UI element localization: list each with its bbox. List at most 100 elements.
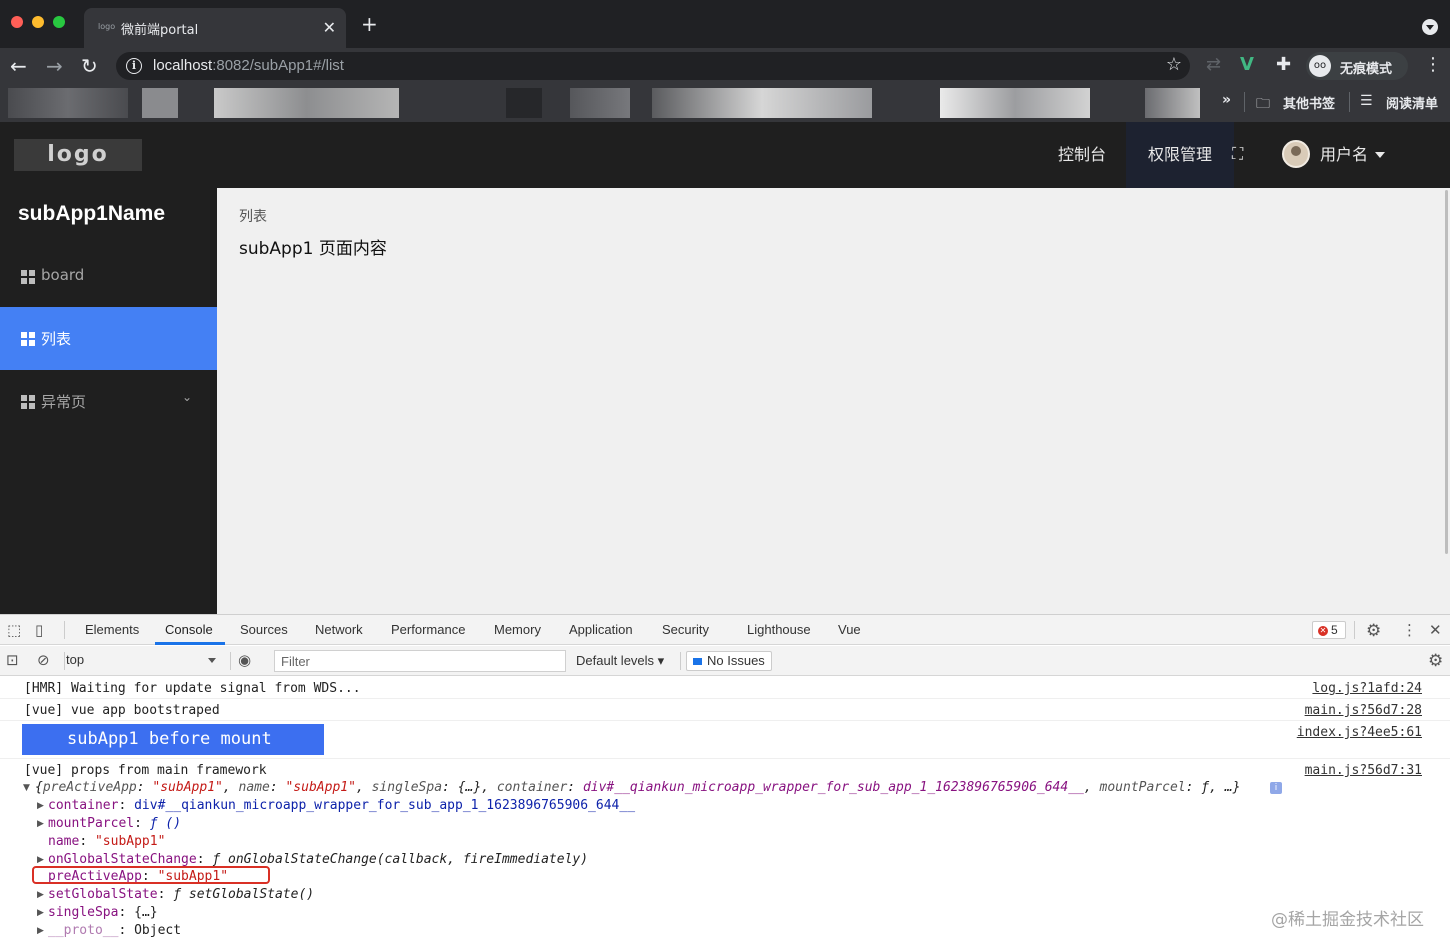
page-content-text: subApp1 页面内容 bbox=[239, 239, 387, 259]
fullscreen-icon[interactable]: ⛶ bbox=[1232, 144, 1243, 164]
info-icon[interactable]: i bbox=[1270, 782, 1282, 794]
inspect-element-icon[interactable]: ⬚ bbox=[7, 621, 21, 639]
tab-security[interactable]: Security bbox=[662, 622, 709, 637]
forward-arrow-icon[interactable]: → bbox=[46, 54, 63, 78]
tab-console[interactable]: Console bbox=[165, 622, 213, 637]
blurred-bookmark[interactable] bbox=[1145, 88, 1200, 118]
browser-menu-icon[interactable]: ⋮ bbox=[1424, 54, 1442, 75]
blurred-bookmark[interactable] bbox=[214, 88, 399, 118]
tab-application[interactable]: Application bbox=[569, 622, 633, 637]
console-source-link[interactable]: main.js?56d7:31 bbox=[1305, 763, 1422, 778]
object-property[interactable]: singleSpa: {…} bbox=[48, 905, 158, 920]
blurred-bookmark[interactable] bbox=[8, 88, 128, 118]
tab-memory[interactable]: Memory bbox=[494, 622, 541, 637]
blurred-bookmark[interactable] bbox=[570, 88, 630, 118]
object-summary[interactable]: {preActiveApp: "subApp1", name: "subApp1… bbox=[35, 780, 1240, 795]
nav-console[interactable]: 控制台 bbox=[1036, 122, 1128, 188]
toolbar-divider bbox=[680, 652, 681, 670]
error-count-badge[interactable]: ✕ 5 bbox=[1312, 621, 1346, 639]
console-message-text: [vue] vue app bootstraped bbox=[24, 703, 220, 718]
toolbar-divider bbox=[230, 652, 231, 670]
blurred-bookmark[interactable] bbox=[506, 88, 542, 118]
console-message: subApp1 before mount index.js?4ee5:61 bbox=[0, 721, 1450, 759]
expand-triangle-icon[interactable]: ▶ bbox=[37, 908, 44, 918]
console-message-text: [vue] props from main framework bbox=[24, 763, 267, 778]
device-toolbar-icon[interactable]: ▯ bbox=[35, 621, 43, 639]
object-property[interactable]: mountParcel: ƒ () bbox=[48, 816, 181, 831]
incognito-icon: oo bbox=[1309, 55, 1331, 77]
annotation-highlight-box bbox=[32, 866, 270, 884]
minimize-window-button[interactable] bbox=[32, 16, 44, 28]
toolbar-divider bbox=[64, 652, 65, 670]
close-devtools-icon[interactable]: ✕ bbox=[1429, 621, 1442, 639]
log-levels-dropdown[interactable]: Default levels ▾ bbox=[576, 653, 664, 669]
appstore-icon bbox=[21, 270, 35, 284]
object-property[interactable]: __proto__: Object bbox=[48, 923, 181, 938]
settings-gear-icon[interactable]: ⚙ bbox=[1366, 621, 1381, 641]
expand-triangle-icon[interactable]: ▶ bbox=[37, 926, 44, 936]
app-header: logo 控制台 权限管理 ⛶ 用户名 bbox=[0, 122, 1450, 188]
tab-elements[interactable]: Elements bbox=[85, 622, 139, 637]
object-property[interactable]: container: div#__qiankun_microapp_wrappe… bbox=[48, 798, 635, 813]
sidebar-item-exception[interactable]: 异常页 ⌄ bbox=[0, 370, 217, 433]
blurred-bookmark[interactable] bbox=[652, 88, 872, 118]
tab-lighthouse[interactable]: Lighthouse bbox=[747, 622, 811, 637]
caret-down-icon[interactable] bbox=[1375, 152, 1385, 158]
tab-vue[interactable]: Vue bbox=[838, 622, 861, 637]
devtools-menu-icon[interactable]: ⋮ bbox=[1402, 621, 1417, 639]
incognito-profile-button[interactable]: oo 无痕模式 bbox=[1306, 52, 1408, 80]
appstore-icon bbox=[21, 395, 35, 409]
expand-triangle-icon[interactable]: ▶ bbox=[37, 890, 44, 900]
extension-sync-icon[interactable]: ⇄ bbox=[1206, 54, 1221, 76]
bookmarks-overflow-button[interactable]: » bbox=[1222, 92, 1231, 108]
maximize-window-button[interactable] bbox=[53, 16, 65, 28]
bookmark-reading-list[interactable]: 阅读清单 bbox=[1386, 93, 1438, 112]
new-tab-plus-icon[interactable]: + bbox=[361, 14, 378, 34]
context-selector[interactable]: top bbox=[66, 652, 222, 670]
bookmark-other[interactable]: 其他书签 bbox=[1283, 93, 1335, 112]
issues-button[interactable]: No Issues bbox=[686, 651, 772, 671]
blurred-bookmark[interactable] bbox=[940, 88, 1090, 118]
url-text[interactable]: localhost:8082/subApp1#/list bbox=[153, 57, 344, 74]
object-property[interactable]: onGlobalStateChange: ƒ onGlobalStateChan… bbox=[48, 852, 588, 867]
console-filter-input[interactable]: Filter bbox=[274, 650, 566, 672]
content-scrollbar[interactable] bbox=[1445, 190, 1448, 554]
close-window-button[interactable] bbox=[11, 16, 23, 28]
sub-app-title: subApp1Name bbox=[18, 202, 166, 225]
blurred-bookmark[interactable] bbox=[142, 88, 178, 118]
browser-tab[interactable]: logo 微前端portal ✕ bbox=[84, 8, 346, 48]
sidebar-item-list[interactable]: 列表 bbox=[0, 307, 217, 370]
tab-sources[interactable]: Sources bbox=[240, 622, 288, 637]
tab-close-icon[interactable]: ✕ bbox=[323, 18, 336, 37]
back-arrow-icon[interactable]: ← bbox=[10, 54, 27, 78]
expand-triangle-icon[interactable]: ▶ bbox=[37, 819, 44, 829]
site-info-icon[interactable]: i bbox=[126, 58, 142, 74]
console-source-link[interactable]: index.js?4ee5:61 bbox=[1297, 725, 1422, 740]
toolbar-divider bbox=[64, 621, 65, 639]
collapse-triangle-icon[interactable]: ▼ bbox=[23, 783, 30, 793]
avatar[interactable] bbox=[1282, 140, 1310, 168]
reload-icon[interactable]: ↻ bbox=[81, 54, 98, 78]
live-expression-eye-icon[interactable]: ◉ bbox=[238, 651, 251, 669]
vue-devtools-extension-icon[interactable]: V bbox=[1240, 54, 1254, 76]
console-source-link[interactable]: log.js?1afd:24 bbox=[1312, 681, 1422, 696]
console-message-object: [vue] props from main framework main.js?… bbox=[0, 759, 1450, 941]
object-property[interactable]: setGlobalState: ƒ setGlobalState() bbox=[48, 887, 314, 902]
tab-performance[interactable]: Performance bbox=[391, 622, 465, 637]
console-source-link[interactable]: main.js?56d7:28 bbox=[1305, 703, 1422, 718]
extensions-puzzle-icon[interactable]: ✚ bbox=[1276, 54, 1291, 76]
nav-permission[interactable]: 权限管理 bbox=[1126, 122, 1235, 188]
address-bar[interactable]: i localhost:8082/subApp1#/list ☆ bbox=[116, 52, 1190, 80]
bookmark-star-icon[interactable]: ☆ bbox=[1166, 54, 1182, 75]
sidebar-item-board[interactable]: board bbox=[0, 245, 217, 308]
tab-search-icon[interactable] bbox=[1422, 19, 1438, 35]
app-logo[interactable]: logo bbox=[14, 139, 142, 171]
clear-console-icon[interactable]: ⊘ bbox=[37, 651, 50, 669]
tab-network[interactable]: Network bbox=[315, 622, 363, 637]
console-settings-gear-icon[interactable]: ⚙ bbox=[1428, 651, 1443, 671]
expand-triangle-icon[interactable]: ▶ bbox=[37, 801, 44, 811]
username[interactable]: 用户名 bbox=[1320, 122, 1368, 188]
expand-triangle-icon[interactable]: ▶ bbox=[37, 855, 44, 865]
sidebar-toggle-icon[interactable]: ⊡ bbox=[6, 651, 19, 669]
error-icon: ✕ bbox=[1318, 626, 1328, 636]
